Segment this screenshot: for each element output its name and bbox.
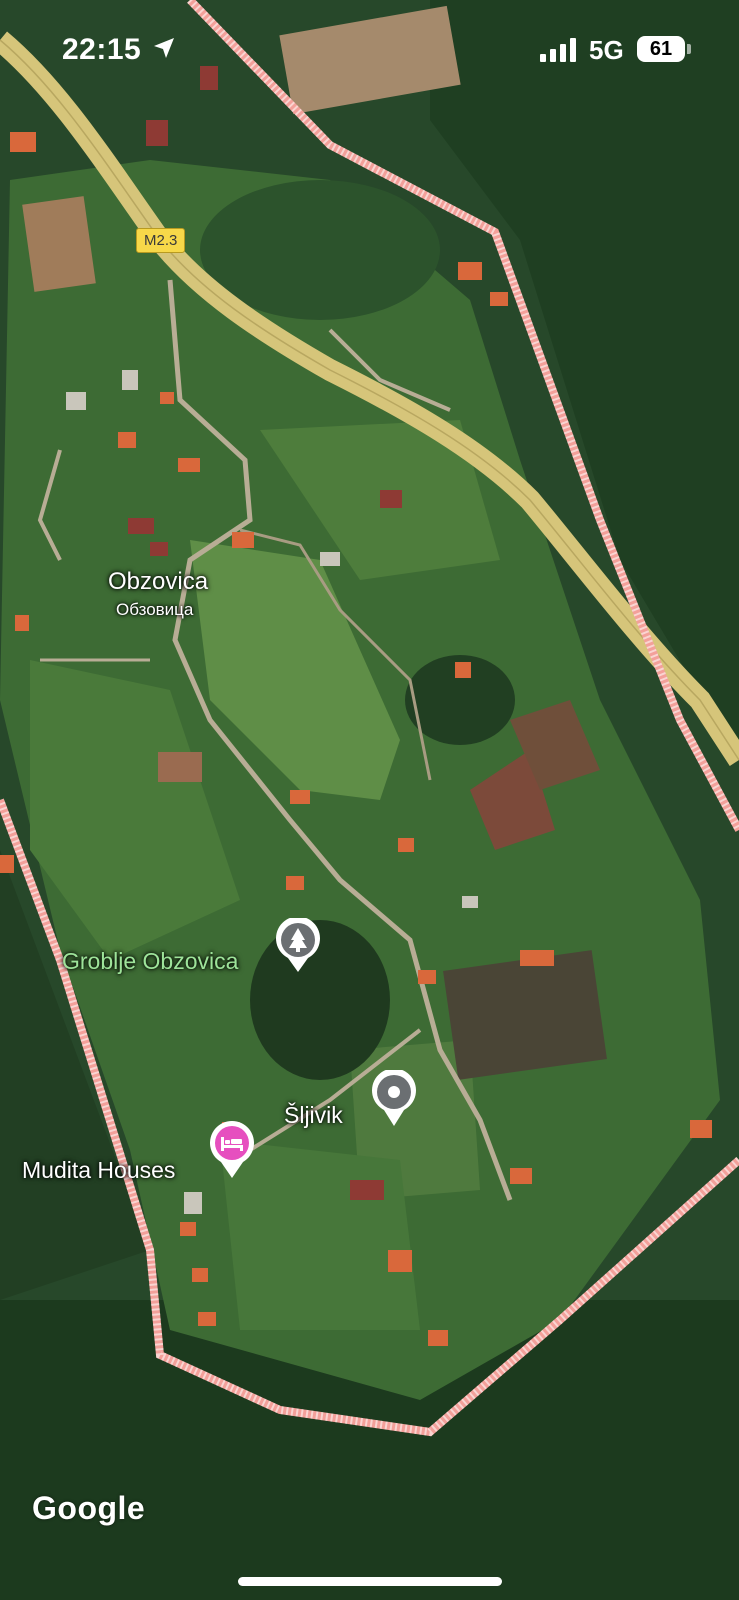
- cemetery-label[interactable]: Groblje Obzovica: [62, 948, 238, 975]
- home-indicator[interactable]: [238, 1577, 502, 1586]
- house: [428, 1330, 448, 1346]
- house: [458, 262, 482, 280]
- house: [350, 1180, 384, 1200]
- house: [418, 970, 436, 984]
- field-5: [443, 950, 607, 1080]
- house: [118, 432, 136, 448]
- town-label-cyrillic[interactable]: Обзовица: [116, 600, 193, 620]
- field-2: [158, 752, 202, 782]
- house: [198, 1312, 216, 1326]
- house: [455, 662, 471, 678]
- house: [520, 950, 554, 966]
- house: [66, 392, 86, 410]
- road-shield-m2-3[interactable]: M2.3: [136, 228, 186, 253]
- town-label[interactable]: Obzovica: [108, 568, 208, 596]
- house: [320, 552, 340, 566]
- clock: 22:15: [62, 33, 142, 66]
- google-attribution: Google: [32, 1490, 146, 1526]
- house: [510, 1168, 532, 1184]
- place-pin-icon[interactable]: [370, 1070, 418, 1128]
- location-arrow-icon: [154, 38, 174, 58]
- house: [462, 896, 478, 908]
- field-1: [22, 196, 96, 292]
- house: [122, 370, 138, 390]
- hotel-bed-icon[interactable]: [208, 1120, 256, 1180]
- house: [150, 542, 168, 556]
- house: [398, 838, 414, 852]
- status-bar: 22:15 5G 61: [0, 0, 739, 100]
- house: [180, 1222, 196, 1236]
- cellular-signal-icon: [540, 38, 576, 62]
- house: [10, 132, 36, 152]
- hotel-label[interactable]: Mudita Houses: [22, 1157, 175, 1184]
- cemetery-icon[interactable]: [274, 918, 322, 974]
- house: [380, 490, 402, 508]
- map-view[interactable]: 22:15 5G 61 M2.3 Obzovica Обзовица Grobl…: [0, 0, 739, 1600]
- house: [290, 790, 310, 804]
- house: [146, 120, 168, 146]
- place-label[interactable]: Šljivik: [284, 1102, 343, 1129]
- house: [690, 1120, 712, 1138]
- house: [286, 876, 304, 890]
- house: [15, 615, 29, 631]
- house: [178, 458, 200, 472]
- battery-icon: 61: [637, 36, 685, 62]
- house: [192, 1268, 208, 1282]
- network-type: 5G: [589, 35, 624, 65]
- house: [0, 855, 14, 873]
- house: [490, 292, 508, 306]
- house: [232, 532, 254, 548]
- house: [128, 518, 154, 534]
- battery-tip: [687, 44, 691, 54]
- house: [184, 1192, 202, 1214]
- house: [160, 392, 174, 404]
- satellite-map[interactable]: [0, 0, 739, 1600]
- battery-level: 61: [649, 37, 673, 60]
- house: [388, 1250, 412, 1272]
